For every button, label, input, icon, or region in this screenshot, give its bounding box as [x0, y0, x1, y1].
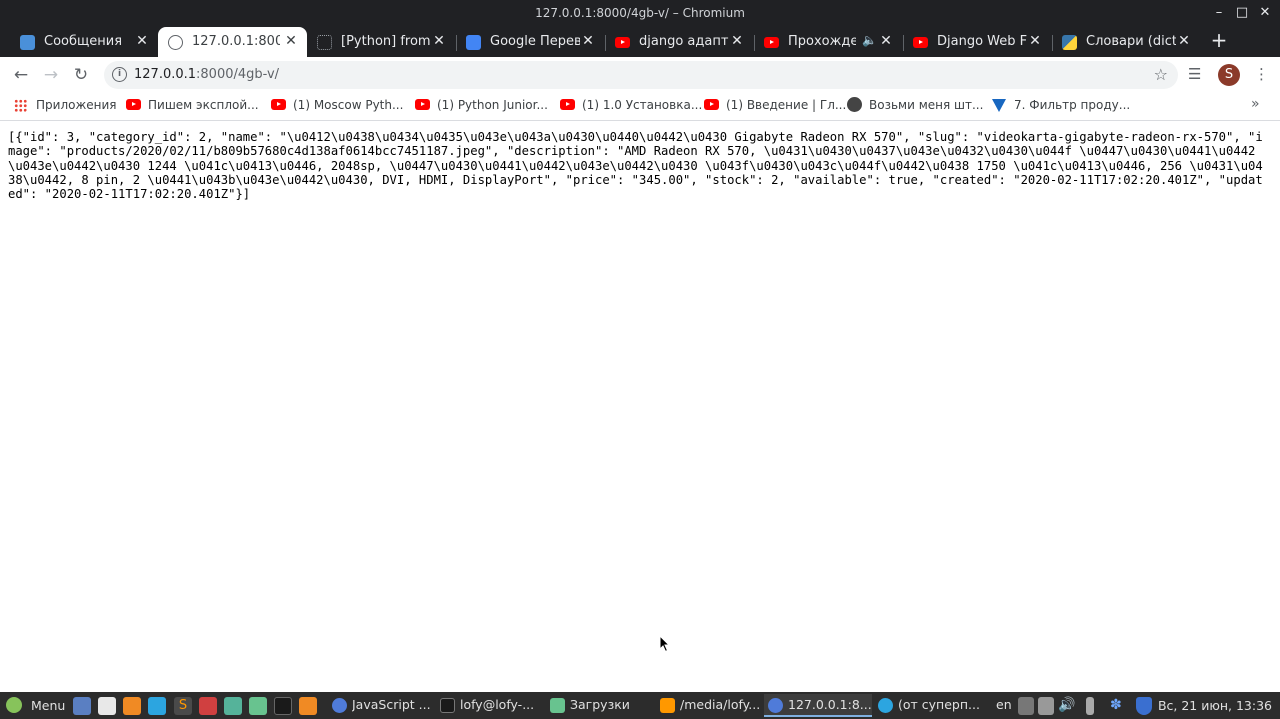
info-icon[interactable]: i [112, 67, 127, 82]
bookmarks-bar: Приложения Пишем эксплой... (1) Moscow P… [0, 93, 1280, 121]
youtube-icon [415, 99, 430, 110]
app-icon[interactable] [199, 697, 217, 715]
taskbar-window[interactable]: lofy@lofy-... [436, 694, 544, 717]
terminal-icon [440, 698, 455, 713]
forward-button[interactable]: → [40, 64, 62, 86]
minimize-button[interactable]: – [1210, 4, 1228, 22]
youtube-icon [704, 99, 719, 110]
folder-icon [550, 698, 565, 713]
page-content: [{"id": 3, "category_id": 2, "name": "\u… [0, 121, 1280, 692]
url-text[interactable]: 127.0.0.1:8000/4gb-v/ [134, 67, 279, 82]
profile-avatar[interactable]: S [1218, 64, 1240, 86]
close-tab-icon[interactable]: ✕ [134, 33, 150, 49]
tab-python-dict[interactable]: Словари (dict) и ✕ [1052, 27, 1200, 57]
mint-logo-icon [6, 697, 22, 713]
network-icon[interactable] [1018, 697, 1034, 715]
vuetify-icon [992, 99, 1006, 112]
firefox-icon[interactable] [299, 697, 317, 715]
youtube-icon [271, 99, 286, 110]
youtube-icon [126, 99, 141, 110]
desktop-icon[interactable] [73, 697, 91, 715]
face-icon [847, 97, 862, 112]
bluetooth-icon[interactable]: ✽ [1110, 697, 1122, 715]
sublime-icon[interactable]: S [174, 697, 192, 715]
chromium-icon [768, 698, 783, 713]
youtube-icon [913, 37, 928, 48]
window-title: 127.0.0.1:8000/4gb-v/ – Chromium [535, 6, 745, 20]
tab-strip: Сообщения ✕ 127.0.0.1:8000/4 ✕ [Python] … [0, 27, 1280, 57]
taskbar-window[interactable]: (от суперп... [874, 694, 980, 717]
close-window-button[interactable]: ✕ [1256, 4, 1274, 22]
wifi-icon[interactable] [1038, 697, 1054, 715]
reload-button[interactable]: ↻ [70, 64, 92, 86]
clock[interactable]: Вс, 21 июн, 13:36 [1158, 698, 1272, 713]
browser-toolbar: ← → ↻ i 127.0.0.1:8000/4gb-v/ ☆ ☰ ⋮ [0, 57, 1280, 93]
bookmark-star-icon[interactable]: ☆ [1154, 65, 1168, 84]
maximize-button[interactable]: □ [1233, 4, 1251, 22]
chromium-icon [332, 698, 347, 713]
volume-icon[interactable]: 🔊 [1058, 697, 1075, 715]
taskbar-window[interactable]: /media/lofy... [656, 694, 762, 717]
page-icon [317, 35, 332, 50]
battery-icon[interactable] [1086, 697, 1094, 715]
apps-grid-icon [14, 99, 27, 112]
json-response-text: [{"id": 3, "category_id": 2, "name": "\u… [8, 130, 1263, 202]
close-tab-icon[interactable]: ✕ [1027, 33, 1043, 49]
terminal-icon[interactable] [274, 697, 292, 715]
taskbar: Menu S JavaScript ... lofy@lofy-... Загр… [0, 692, 1280, 719]
firefox-icon[interactable] [123, 697, 141, 715]
new-tab-button[interactable]: + [1207, 29, 1231, 53]
telegram-icon[interactable] [148, 697, 166, 715]
tab-python-forum[interactable]: [Python] from dj ✕ [307, 27, 455, 57]
folder-icon[interactable] [224, 697, 242, 715]
folder-icon[interactable] [249, 697, 267, 715]
shield-icon[interactable] [1136, 697, 1152, 715]
close-tab-icon[interactable]: ✕ [1176, 33, 1192, 49]
telegram-icon [878, 698, 893, 713]
text-editor-icon[interactable] [98, 697, 116, 715]
tab-django-adaptive[interactable]: django адаптив ✕ [605, 27, 753, 57]
taskbar-window[interactable]: Загрузки [546, 694, 652, 717]
speaker-icon[interactable]: 🔈 [862, 33, 877, 47]
close-tab-icon[interactable]: ✕ [878, 33, 894, 49]
google-translate-icon [466, 35, 481, 50]
media-queue-icon[interactable]: ☰ [1188, 65, 1201, 83]
start-menu-button[interactable]: Menu [6, 697, 65, 715]
tab-walkthrough[interactable]: Прохождени 🔈 ✕ [754, 27, 902, 57]
chat-icon [20, 35, 35, 50]
close-tab-icon[interactable]: ✕ [580, 33, 596, 49]
window-titlebar: 127.0.0.1:8000/4gb-v/ – Chromium – □ ✕ [0, 0, 1280, 27]
youtube-icon [764, 37, 779, 48]
tab-messages[interactable]: Сообщения ✕ [10, 27, 158, 57]
taskbar-window[interactable]: JavaScript ... [328, 694, 434, 717]
mouse-cursor-icon [659, 635, 671, 653]
menu-kebab-icon[interactable]: ⋮ [1254, 65, 1269, 83]
sublime-icon [660, 698, 675, 713]
tab-localhost[interactable]: 127.0.0.1:8000/4 ✕ [158, 27, 307, 57]
keyboard-layout-indicator[interactable]: en [996, 697, 1012, 715]
youtube-icon [560, 99, 575, 110]
close-tab-icon[interactable]: ✕ [431, 33, 447, 49]
bookmarks-overflow-icon[interactable]: » [1251, 96, 1260, 112]
youtube-icon [615, 37, 630, 48]
close-tab-icon[interactable]: ✕ [283, 33, 299, 49]
globe-icon [168, 35, 183, 50]
back-button[interactable]: ← [10, 64, 32, 86]
close-tab-icon[interactable]: ✕ [729, 33, 745, 49]
tab-google-translate[interactable]: Google Перевод ✕ [456, 27, 604, 57]
python-icon [1062, 35, 1077, 50]
taskbar-window-active[interactable]: 127.0.0.1:8... [764, 694, 872, 717]
address-bar[interactable]: i 127.0.0.1:8000/4gb-v/ ☆ [104, 61, 1178, 89]
tab-django-web-framework[interactable]: Django Web Fra ✕ [903, 27, 1051, 57]
